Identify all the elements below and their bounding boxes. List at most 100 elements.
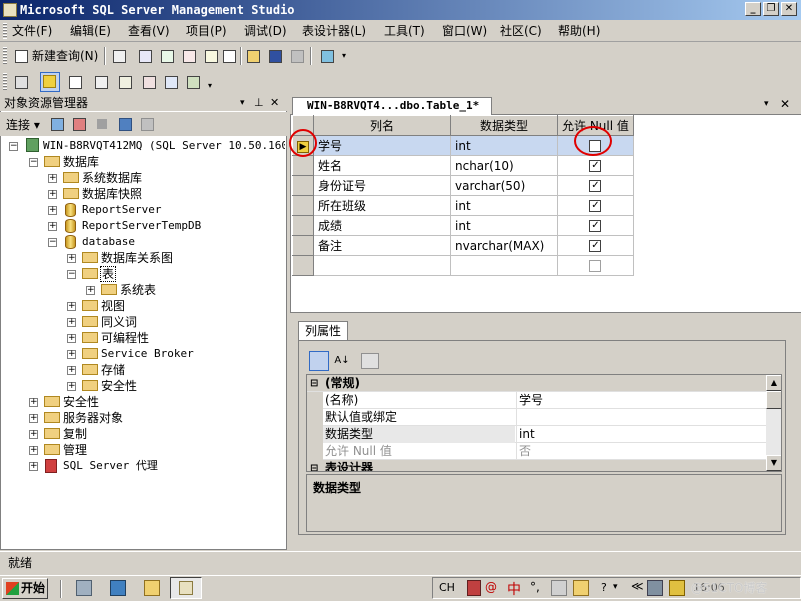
row-selector[interactable] [292, 195, 314, 216]
table-row-new[interactable] [292, 255, 634, 276]
property-category-designer[interactable]: ⊟ 表设计器 [307, 460, 767, 471]
expand-icon[interactable]: + [48, 174, 57, 183]
menu-edit[interactable]: 编辑(E) [70, 23, 111, 39]
ime-language[interactable]: CH [439, 580, 455, 596]
menu-window[interactable]: 窗口(W) [442, 23, 487, 39]
table-row[interactable]: 身份证号 varchar(50) ✓ [292, 175, 634, 196]
tree-database-snapshots[interactable]: 数据库快照 [82, 186, 142, 202]
sql-mobile-query-icon[interactable] [202, 47, 220, 65]
stop-icon[interactable] [93, 115, 111, 133]
tree-database-diagrams[interactable]: 数据库关系图 [101, 250, 173, 266]
menu-view[interactable]: 查看(V) [128, 23, 170, 39]
refresh-icon[interactable] [138, 115, 156, 133]
tab-column-properties[interactable]: 列属性 [298, 321, 348, 341]
expand-icon[interactable]: + [67, 350, 76, 359]
tree-replication[interactable]: 复制 [63, 426, 87, 442]
generate-script-icon[interactable] [12, 73, 30, 91]
menu-help[interactable]: 帮助(H) [558, 23, 600, 39]
tree-databases[interactable]: 数据库 [63, 154, 99, 170]
scroll-up-icon[interactable]: ▲ [766, 375, 781, 391]
collapse-icon[interactable]: ⊟ [310, 460, 318, 471]
collapse-icon[interactable]: − [9, 142, 18, 151]
expand-icon[interactable]: + [29, 446, 38, 455]
tree-views[interactable]: 视图 [101, 298, 125, 314]
tree-security[interactable]: 安全性 [63, 394, 99, 410]
connect-button[interactable]: 连接 ▾ [6, 116, 40, 133]
menu-project[interactable]: 项目(P) [186, 23, 227, 39]
column-name-cell[interactable] [313, 255, 451, 276]
allow-nulls-checkbox[interactable]: ✓ [589, 180, 602, 192]
scroll-down-icon[interactable]: ▼ [766, 455, 781, 471]
toolbar-overflow-icon[interactable]: ▾ [208, 81, 212, 90]
property-row[interactable]: (名称) 学号 [307, 392, 767, 409]
close-document-icon[interactable]: ✕ [780, 97, 790, 111]
ime-icon[interactable] [467, 580, 481, 596]
tree-storage[interactable]: 存储 [101, 362, 125, 378]
allow-nulls-checkbox[interactable]: ✓ [589, 160, 602, 172]
copy-query-icon[interactable] [220, 47, 238, 65]
start-button[interactable]: 开始 [2, 578, 48, 599]
property-value[interactable]: 否 [516, 443, 767, 460]
expand-icon[interactable]: + [29, 430, 38, 439]
tray-overflow-icon[interactable]: ▾ [613, 582, 618, 592]
property-category-general[interactable]: ⊟ (常规) [307, 375, 767, 392]
filter-icon[interactable] [116, 115, 134, 133]
collapse-icon[interactable]: − [29, 158, 38, 167]
tree-sql-server-agent[interactable]: SQL Server 代理 [63, 458, 158, 474]
punctuation-icon[interactable]: °, [530, 580, 540, 594]
allow-nulls-cell[interactable]: ✓ [557, 195, 634, 216]
table-row[interactable]: 成绩 int ✓ [292, 215, 634, 236]
row-selector[interactable] [292, 155, 314, 176]
data-type-cell[interactable]: varchar(50) [450, 175, 558, 196]
expand-icon[interactable]: + [67, 334, 76, 343]
tree-server-node[interactable]: WIN-B8RVQT412MQ (SQL Server 10.50.1600 - [43, 138, 285, 154]
allow-nulls-checkbox[interactable]: ✓ [589, 200, 602, 212]
property-value[interactable]: int [516, 426, 767, 443]
manage-indexes-icon[interactable] [92, 73, 110, 91]
categorized-view-icon[interactable] [309, 351, 329, 371]
table-row[interactable]: 所在班级 int ✓ [292, 195, 634, 216]
connect-server-icon[interactable] [48, 115, 66, 133]
expand-icon[interactable]: + [67, 366, 76, 375]
tree-database-security[interactable]: 安全性 [101, 378, 137, 394]
expand-icon[interactable]: + [67, 254, 76, 263]
table-row[interactable]: 姓名 nchar(10) ✓ [292, 155, 634, 176]
property-row[interactable]: 允许 Null 值 否 [307, 443, 767, 460]
alphabetical-sort-icon[interactable]: A↓ [333, 351, 351, 371]
data-type-cell[interactable]: int [450, 135, 558, 156]
tree-service-broker[interactable]: Service Broker [101, 346, 194, 362]
explorer-icon[interactable] [144, 580, 160, 596]
expand-icon[interactable]: + [29, 414, 38, 423]
allow-nulls-cell[interactable]: ✓ [557, 155, 634, 176]
collapse-icon[interactable]: ⊟ [310, 375, 318, 392]
tree-synonyms[interactable]: 同义词 [101, 314, 137, 330]
panel-close-icon[interactable]: ✕ [270, 95, 279, 111]
data-type-cell[interactable]: int [450, 195, 558, 216]
ime-tools-icon[interactable] [573, 580, 589, 596]
expand-icon[interactable]: + [29, 462, 38, 471]
column-name-cell[interactable]: 成绩 [313, 215, 451, 236]
expand-icon[interactable]: + [48, 190, 57, 199]
new-query-button[interactable]: 新建查询(N) [32, 48, 98, 64]
disconnect-icon[interactable] [70, 115, 88, 133]
tree-tables[interactable]: 表 [100, 266, 117, 282]
ime-help-icon[interactable]: ? [601, 581, 607, 594]
save-icon[interactable] [266, 47, 284, 65]
column-name-cell[interactable]: 备注 [313, 235, 451, 256]
toolbar-overflow-icon[interactable]: ▾ [342, 51, 346, 60]
ssms-taskbar-button[interactable] [170, 577, 202, 599]
relationships-icon[interactable] [66, 73, 84, 91]
close-button[interactable]: ✕ [781, 2, 797, 16]
column-name-cell[interactable]: 身份证号 [313, 175, 451, 196]
tree-reportserver[interactable]: ReportServer [82, 202, 161, 218]
ime-swirl-icon[interactable]: @ [485, 580, 497, 594]
column-name-cell[interactable]: 姓名 [313, 155, 451, 176]
expand-icon[interactable]: + [67, 382, 76, 391]
allow-nulls-cell[interactable]: ✓ [557, 235, 634, 256]
tree-database[interactable]: database [82, 234, 135, 250]
tree-system-databases[interactable]: 系统数据库 [82, 170, 142, 186]
show-desktop-icon[interactable] [76, 580, 92, 596]
property-scrollbar[interactable]: ▲ ▼ [766, 375, 781, 471]
allow-nulls-cell[interactable]: ✓ [557, 215, 634, 236]
menu-file[interactable]: 文件(F) [12, 23, 52, 39]
